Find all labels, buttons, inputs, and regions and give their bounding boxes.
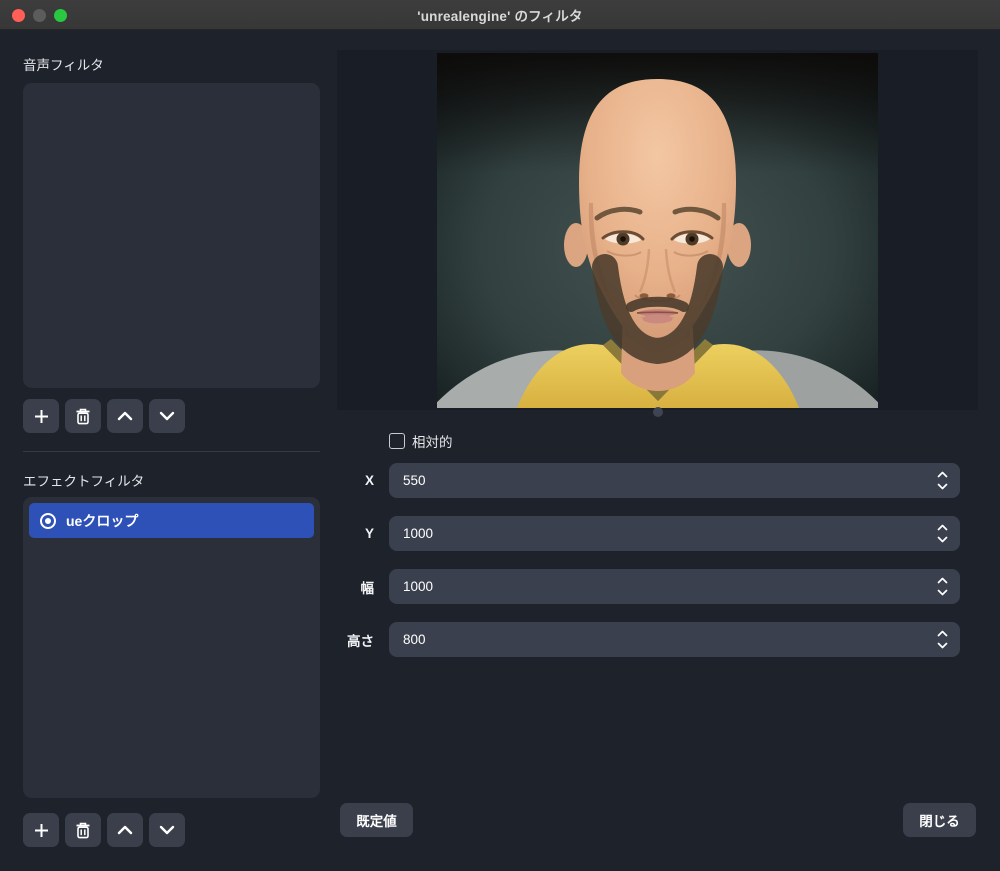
width-spin-up-button[interactable] <box>937 576 948 585</box>
audio-filters-toolbar <box>23 399 185 433</box>
effect-remove-filter-button[interactable] <box>65 813 101 847</box>
relative-checkbox-row: 相対的 <box>389 431 453 451</box>
zoom-window-button[interactable] <box>54 9 67 22</box>
y-spin-up-button[interactable] <box>937 523 948 532</box>
defaults-button[interactable]: 既定値 <box>340 803 413 837</box>
filter-item-label: ueクロップ <box>66 511 138 531</box>
height-spinbox <box>389 622 960 657</box>
close-button[interactable]: 閉じる <box>903 803 976 837</box>
audio-remove-filter-button[interactable] <box>65 399 101 433</box>
source-preview-area <box>337 50 978 410</box>
chevron-up-icon <box>117 411 133 421</box>
y-spin-down-button[interactable] <box>937 535 948 544</box>
window-title: 'unrealengine' のフィルタ <box>417 5 582 25</box>
filters-dialog: 'unrealengine' のフィルタ 音声フィルタ <box>0 0 1000 871</box>
height-input[interactable] <box>389 622 926 657</box>
effect-add-filter-button[interactable] <box>23 813 59 847</box>
x-field-label: X <box>254 463 374 498</box>
trash-icon <box>75 408 91 425</box>
effect-move-filter-down-button[interactable] <box>149 813 185 847</box>
field-row-width: 幅 <box>340 569 960 604</box>
x-input[interactable] <box>389 463 926 498</box>
preview-splitter-handle[interactable] <box>653 407 663 417</box>
effect-move-filter-up-button[interactable] <box>107 813 143 847</box>
y-spinbox <box>389 516 960 551</box>
effect-filters-toolbar <box>23 813 185 847</box>
x-spin-up-button[interactable] <box>937 470 948 479</box>
relative-checkbox-label: 相対的 <box>412 431 453 451</box>
chevron-down-icon <box>159 825 175 835</box>
field-row-height: 高さ <box>340 622 960 657</box>
x-spin-down-button[interactable] <box>937 482 948 491</box>
minimize-window-button[interactable] <box>33 9 46 22</box>
width-spin-down-button[interactable] <box>937 588 948 597</box>
width-input[interactable] <box>389 569 926 604</box>
plus-icon <box>33 408 50 425</box>
height-spin-down-button[interactable] <box>937 641 948 650</box>
source-preview-image <box>437 53 878 408</box>
audio-move-filter-down-button[interactable] <box>149 399 185 433</box>
chevron-down-icon <box>159 411 175 421</box>
audio-move-filter-up-button[interactable] <box>107 399 143 433</box>
effect-filters-heading: エフェクトフィルタ <box>23 470 144 490</box>
y-field-label: Y <box>254 516 374 551</box>
height-spin-up-button[interactable] <box>937 629 948 638</box>
trash-icon <box>75 822 91 839</box>
audio-filters-heading: 音声フィルタ <box>23 54 104 74</box>
y-input[interactable] <box>389 516 926 551</box>
traffic-lights <box>12 0 67 30</box>
x-spinbox <box>389 463 960 498</box>
relative-checkbox[interactable] <box>389 433 405 449</box>
height-field-label: 高さ <box>254 622 374 657</box>
field-row-x: X <box>340 463 960 498</box>
plus-icon <box>33 822 50 839</box>
audio-filters-list[interactable] <box>23 83 320 388</box>
audio-add-filter-button[interactable] <box>23 399 59 433</box>
width-spinbox <box>389 569 960 604</box>
panel-divider <box>23 451 320 452</box>
chevron-up-icon <box>117 825 133 835</box>
width-field-label: 幅 <box>254 569 374 604</box>
visibility-eye-icon[interactable] <box>39 512 57 530</box>
titlebar: 'unrealengine' のフィルタ <box>0 0 1000 30</box>
field-row-y: Y <box>340 516 960 551</box>
close-window-button[interactable] <box>12 9 25 22</box>
